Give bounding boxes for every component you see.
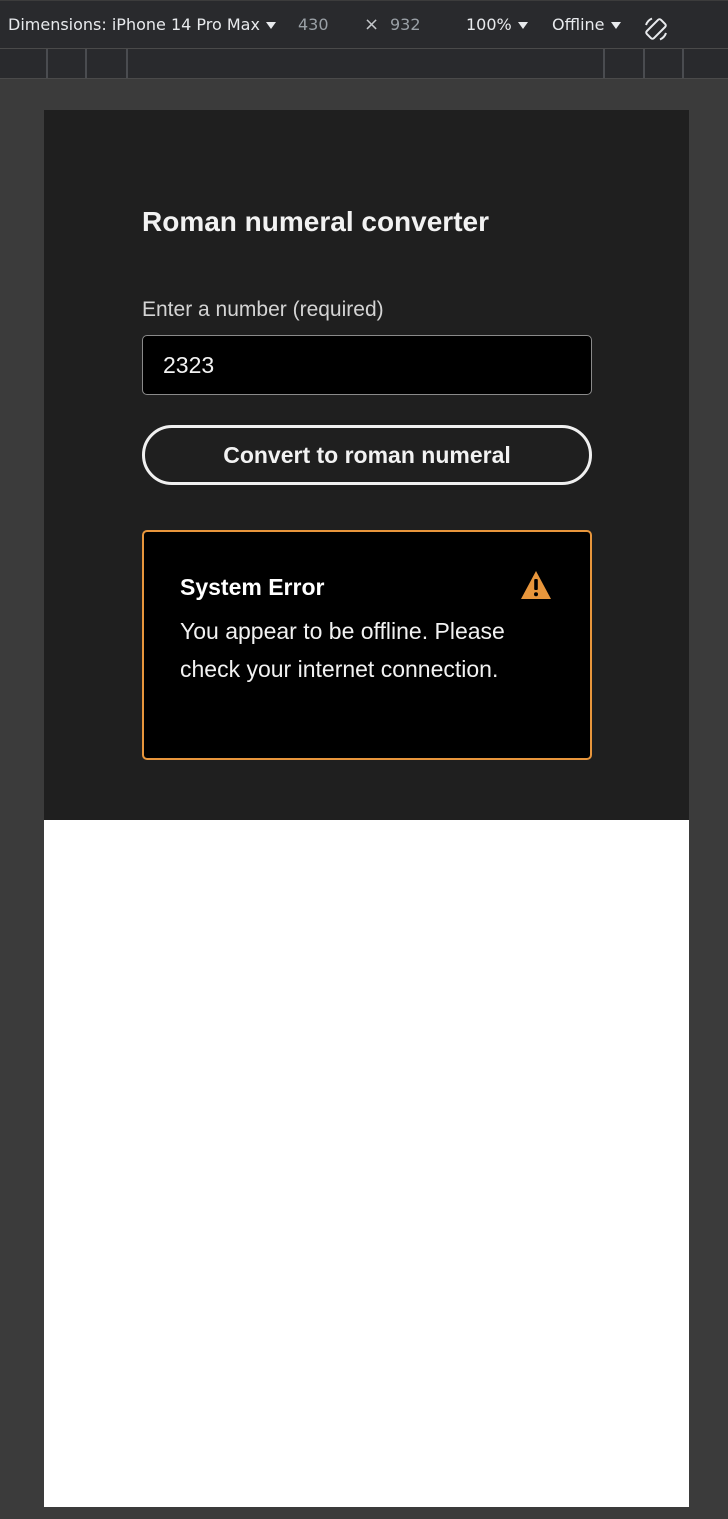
zoom-label: 100% — [466, 15, 512, 34]
dimension-separator: × — [364, 14, 380, 35]
page-title: Roman numeral converter — [142, 206, 489, 237]
chevron-down-icon — [517, 22, 528, 29]
warning-icon — [521, 571, 551, 599]
zoom-dropdown[interactable]: 100% — [466, 1, 528, 49]
alert-message: You appear to be offline. Please check y… — [180, 618, 505, 682]
throttle-label: Offline — [552, 15, 605, 34]
number-input-label: Enter a number (required) — [142, 298, 384, 321]
ruler-tick — [85, 49, 87, 78]
ruler-tick — [46, 49, 48, 78]
converter-app: Roman numeral converter Enter a number (… — [44, 110, 689, 820]
viewport-width-input[interactable]: 430 — [298, 1, 329, 49]
convert-button[interactable]: Convert to roman numeral — [142, 425, 592, 485]
ruler-tick — [603, 49, 605, 78]
number-input[interactable] — [142, 335, 592, 395]
network-throttle-dropdown[interactable]: Offline — [552, 1, 621, 49]
device-dimensions-label: Dimensions: iPhone 14 Pro Max — [8, 15, 260, 34]
device-viewport: Roman numeral converter Enter a number (… — [44, 110, 689, 1507]
chevron-down-icon — [610, 22, 621, 29]
device-toolbar: Dimensions: iPhone 14 Pro Max 430 × 932 … — [0, 0, 728, 49]
error-alert: System Error You appear to be offline. P… — [142, 530, 592, 760]
ruler-tick — [126, 49, 128, 78]
ruler-tick — [643, 49, 645, 78]
ruler-tick — [682, 49, 684, 78]
rotate-button[interactable] — [642, 15, 670, 43]
device-ruler — [0, 49, 728, 79]
viewport-height-input[interactable]: 932 — [390, 1, 421, 49]
chevron-down-icon — [265, 22, 276, 29]
rotate-icon — [645, 17, 667, 41]
device-dimensions-dropdown[interactable]: Dimensions: iPhone 14 Pro Max — [8, 1, 276, 49]
alert-title: System Error — [180, 574, 325, 600]
